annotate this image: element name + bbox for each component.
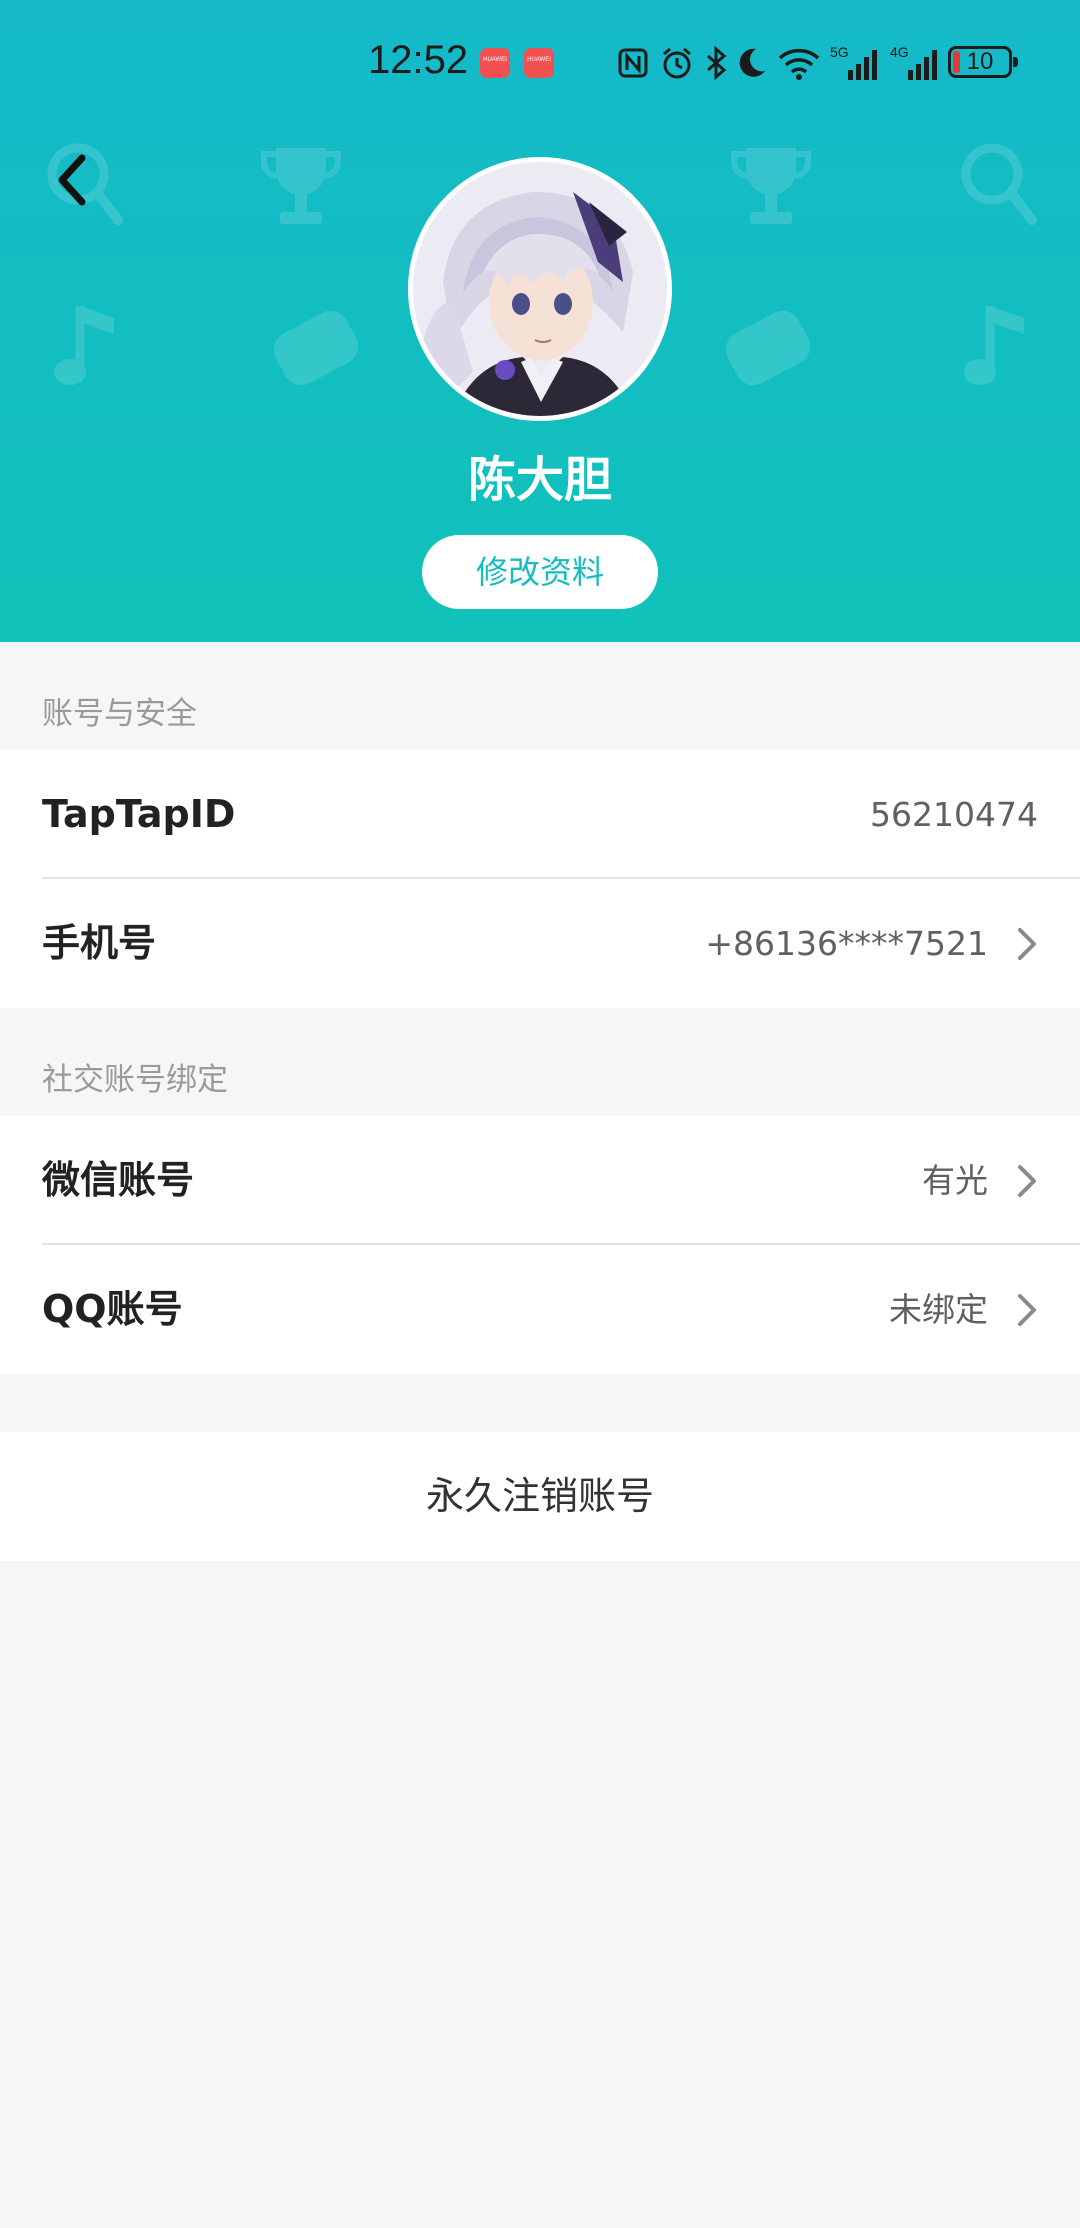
- signal-4g-icon: 4G: [890, 44, 937, 80]
- delete-account-button[interactable]: 永久注销账号: [0, 1432, 1080, 1561]
- wechat-row[interactable]: 微信账号 有光: [0, 1116, 1080, 1245]
- chevron-right-icon: [1018, 1165, 1036, 1197]
- chevron-right-icon: [1018, 928, 1036, 960]
- row-label: 手机号: [42, 921, 157, 965]
- chevron-right-icon: [1018, 1294, 1036, 1326]
- signal-5g-icon: 5G: [830, 44, 877, 80]
- svg-text:5G: 5G: [830, 44, 849, 60]
- decor-music-icon: [964, 306, 1024, 385]
- section-title-account-security: 账号与安全: [42, 696, 197, 732]
- qq-row[interactable]: QQ账号 未绑定: [0, 1245, 1080, 1374]
- back-arrow-icon[interactable]: [46, 148, 106, 212]
- taptap-id-value: 56210474: [870, 795, 1038, 834]
- avatar[interactable]: [408, 157, 672, 421]
- profile-header: 12:52 HUAWEI HUAWEI 5G 4G 10 陈大胆 修改资料: [0, 0, 1080, 642]
- phone-row[interactable]: 手机号 +86136****7521: [0, 879, 1080, 1008]
- decor-music-icon: [54, 306, 114, 385]
- alarm-icon: [663, 47, 691, 79]
- bluetooth-icon: [707, 46, 727, 80]
- moon-icon: [739, 48, 765, 77]
- wifi-icon: [778, 48, 820, 80]
- row-label: 微信账号: [42, 1158, 195, 1202]
- row-label: QQ账号: [42, 1287, 183, 1331]
- wechat-value: 有光: [922, 1161, 988, 1200]
- battery-icon: 10: [948, 46, 1018, 78]
- edit-profile-button[interactable]: 修改资料: [422, 535, 658, 609]
- decor-trophy-icon: [731, 148, 811, 224]
- decor-gamepad-icon: [725, 310, 811, 386]
- decor-search-icon: [961, 143, 1037, 225]
- decor-trophy-icon: [261, 148, 341, 224]
- row-label: TapTapID: [42, 792, 236, 836]
- status-bar: 12:52 HUAWEI HUAWEI 5G 4G 10: [0, 0, 1080, 120]
- huawei-app-icon: HUAWEI: [524, 48, 554, 78]
- decor-gamepad-icon: [273, 310, 359, 386]
- account-settings-screen: 12:52 HUAWEI HUAWEI 5G 4G 10 陈大胆 修改资料 账号…: [0, 0, 1080, 2228]
- status-time: 12:52: [368, 38, 469, 82]
- nfc-icon: [618, 48, 648, 78]
- account-security-card: TapTapID 56210474 手机号 +86136****7521: [0, 750, 1080, 1008]
- social-binding-card: 微信账号 有光 QQ账号 未绑定: [0, 1116, 1080, 1374]
- section-title-social-binding: 社交账号绑定: [42, 1062, 228, 1098]
- huawei-app-icon: HUAWEI: [480, 48, 510, 78]
- avatar-image: [413, 162, 667, 416]
- phone-value: +86136****7521: [705, 924, 988, 963]
- svg-text:4G: 4G: [890, 44, 909, 60]
- username: 陈大胆: [467, 452, 612, 508]
- taptap-id-row: TapTapID 56210474: [0, 750, 1080, 879]
- qq-value: 未绑定: [889, 1290, 988, 1329]
